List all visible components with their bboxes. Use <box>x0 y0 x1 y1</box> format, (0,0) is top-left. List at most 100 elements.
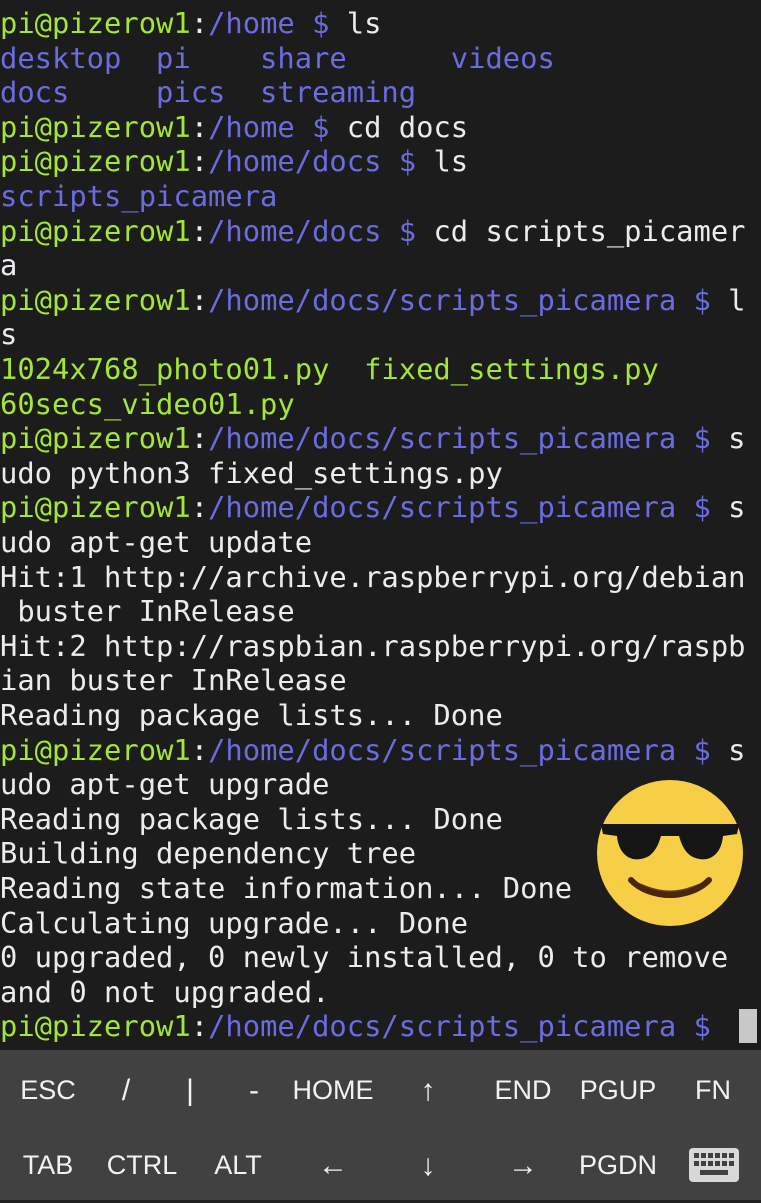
terminal-line: docs pics streaming <box>0 75 416 110</box>
terminal-line: pi@pizerow1:/home/docs/scripts_picamera … <box>0 490 746 525</box>
terminal-line: pi@pizerow1:/home/docs/scripts_picamera … <box>0 421 746 456</box>
terminal-line: Calculating upgrade... Done <box>0 906 468 941</box>
ctrl-key[interactable]: CTRL <box>97 1128 187 1203</box>
smiling-face-with-sunglasses-icon <box>597 780 743 926</box>
terminal-line: udo apt-get update <box>0 525 312 560</box>
terminal-text: 60secs_video01.py <box>0 387 295 421</box>
prompt-user: pi@pizerow1 <box>0 6 191 40</box>
terminal-text: : <box>190 283 209 317</box>
terminal-line: udo python3 fixed_settings.py <box>0 456 503 491</box>
terminal-text: : <box>190 490 209 524</box>
terminal-text: Calculating upgrade... Done <box>0 906 469 940</box>
esc-key[interactable]: ESC <box>3 1053 93 1128</box>
terminal-line: ian buster InRelease <box>0 663 347 698</box>
terminal-text: Reading package lists... Done <box>0 698 503 732</box>
terminal-text: : <box>190 214 209 248</box>
prompt-path: /home/docs $ <box>208 214 417 248</box>
prompt-path: /home/docs/scripts_picamera $ <box>208 421 711 455</box>
prompt-path: /home/docs/scripts_picamera $ <box>208 490 711 524</box>
terminal-text: 1024x768_photo01.py fixed_settings.py <box>0 352 659 386</box>
tab-key[interactable]: TAB <box>3 1128 93 1203</box>
terminal-text: : <box>190 6 209 40</box>
prompt-path: /home $ <box>208 6 330 40</box>
dash-key[interactable]: - <box>209 1053 299 1128</box>
terminal-text: desktop pi share videos <box>0 41 555 75</box>
prompt-user: pi@pizerow1 <box>0 490 191 524</box>
terminal-line: Hit:1 http://archive.raspberrypi.org/deb… <box>0 560 746 595</box>
terminal-line: a <box>0 248 17 283</box>
arrow-up-key[interactable]: ↑ <box>383 1053 473 1128</box>
terminal-line: pi@pizerow1:/home/docs/scripts_picamera … <box>0 1009 711 1044</box>
terminal-line: and 0 not upgraded. <box>0 975 329 1010</box>
terminal-line: pi@pizerow1:/home/docs $ cd scripts_pica… <box>0 214 746 249</box>
terminal-text: : <box>190 421 209 455</box>
terminal-text: : <box>190 733 209 767</box>
terminal-text: s <box>710 733 746 767</box>
terminal-text: ls <box>416 144 469 178</box>
terminal-line: pi@pizerow1:/home/docs/scripts_picamera … <box>0 283 746 318</box>
terminal-line: pi@pizerow1:/home $ cd docs <box>0 110 468 145</box>
pgup-key[interactable]: PGUP <box>573 1053 663 1128</box>
extra-keys-toolbar: ESC / | - HOME ↑ END PGUP FN TAB CTRL ALT ← ↓ → PGDN <box>0 1050 761 1200</box>
arrow-right-key[interactable]: → <box>478 1128 568 1203</box>
pgdn-key[interactable]: PGDN <box>573 1128 663 1203</box>
terminal-line: pi@pizerow1:/home/docs/scripts_picamera … <box>0 733 746 768</box>
terminal-text: : <box>190 1009 209 1043</box>
terminal-text: Building dependency tree <box>0 836 417 870</box>
terminal-text: : <box>190 144 209 178</box>
terminal-line: desktop pi share videos <box>0 41 555 76</box>
terminal-text: cd docs <box>329 110 469 144</box>
keyboard-icon[interactable] <box>688 1146 740 1184</box>
terminal-text: Hit:1 http://archive.raspberrypi.org/deb… <box>0 560 746 594</box>
terminal-text: Hit:2 http://raspbian.raspberrypi.org/ra… <box>0 629 746 663</box>
terminal-text: ian buster InRelease <box>0 663 347 697</box>
terminal-text: l <box>710 283 746 317</box>
terminal-line: Hit:2 http://raspbian.raspberrypi.org/ra… <box>0 629 746 664</box>
terminal-text: scripts_picamera <box>0 179 278 213</box>
prompt-user: pi@pizerow1 <box>0 1009 191 1043</box>
prompt-path: /home/docs/scripts_picamera $ <box>208 1009 711 1043</box>
terminal-text: Reading package lists... Done <box>0 802 503 836</box>
terminal-text: Reading state information... Done <box>0 871 573 905</box>
terminal-text: s <box>710 490 746 524</box>
prompt-user: pi@pizerow1 <box>0 144 191 178</box>
terminal-text: buster InRelease <box>0 594 295 628</box>
terminal-text: and 0 not upgraded. <box>0 975 330 1009</box>
terminal-line: pi@pizerow1:/home/docs $ ls <box>0 144 468 179</box>
prompt-user: pi@pizerow1 <box>0 283 191 317</box>
terminal-line: udo apt-get upgrade <box>0 767 329 802</box>
terminal-line: s <box>0 317 17 352</box>
terminal-line: 1024x768_photo01.py fixed_settings.py <box>0 352 659 387</box>
terminal-line: scripts_picamera <box>0 179 277 214</box>
prompt-path: /home $ <box>208 110 330 144</box>
prompt-user: pi@pizerow1 <box>0 421 191 455</box>
terminal-text: cd scripts_picamer <box>416 214 746 248</box>
arrow-left-key[interactable]: ← <box>288 1128 378 1203</box>
terminal-line: 0 upgraded, 0 newly installed, 0 to remo… <box>0 940 728 975</box>
prompt-path: /home/docs/scripts_picamera $ <box>208 733 711 767</box>
terminal-line: 60secs_video01.py <box>0 387 295 422</box>
fn-key[interactable]: FN <box>668 1053 758 1128</box>
terminal-text: s <box>0 317 18 351</box>
end-key[interactable]: END <box>478 1053 568 1128</box>
home-key[interactable]: HOME <box>288 1053 378 1128</box>
terminal-line: Building dependency tree <box>0 836 416 871</box>
alt-key[interactable]: ALT <box>193 1128 283 1203</box>
terminal-line: buster InRelease <box>0 594 295 629</box>
terminal-line: Reading package lists... Done <box>0 698 503 733</box>
terminal-line: Reading state information... Done <box>0 871 572 906</box>
terminal-cursor <box>739 1009 757 1043</box>
terminal-line: Reading package lists... Done <box>0 802 503 837</box>
terminal-text: s <box>710 421 746 455</box>
terminal-text: a <box>0 248 18 282</box>
prompt-user: pi@pizerow1 <box>0 214 191 248</box>
terminal-text: 0 upgraded, 0 newly installed, 0 to remo… <box>0 940 729 974</box>
terminal-text: : <box>190 110 209 144</box>
prompt-path: /home/docs $ <box>208 144 417 178</box>
prompt-user: pi@pizerow1 <box>0 110 191 144</box>
terminal-text: udo apt-get update <box>0 525 313 559</box>
terminal-line: pi@pizerow1:/home $ ls <box>0 6 381 41</box>
prompt-path: /home/docs/scripts_picamera $ <box>208 283 711 317</box>
terminal-text: ls <box>329 6 382 40</box>
arrow-down-key[interactable]: ↓ <box>383 1128 473 1203</box>
